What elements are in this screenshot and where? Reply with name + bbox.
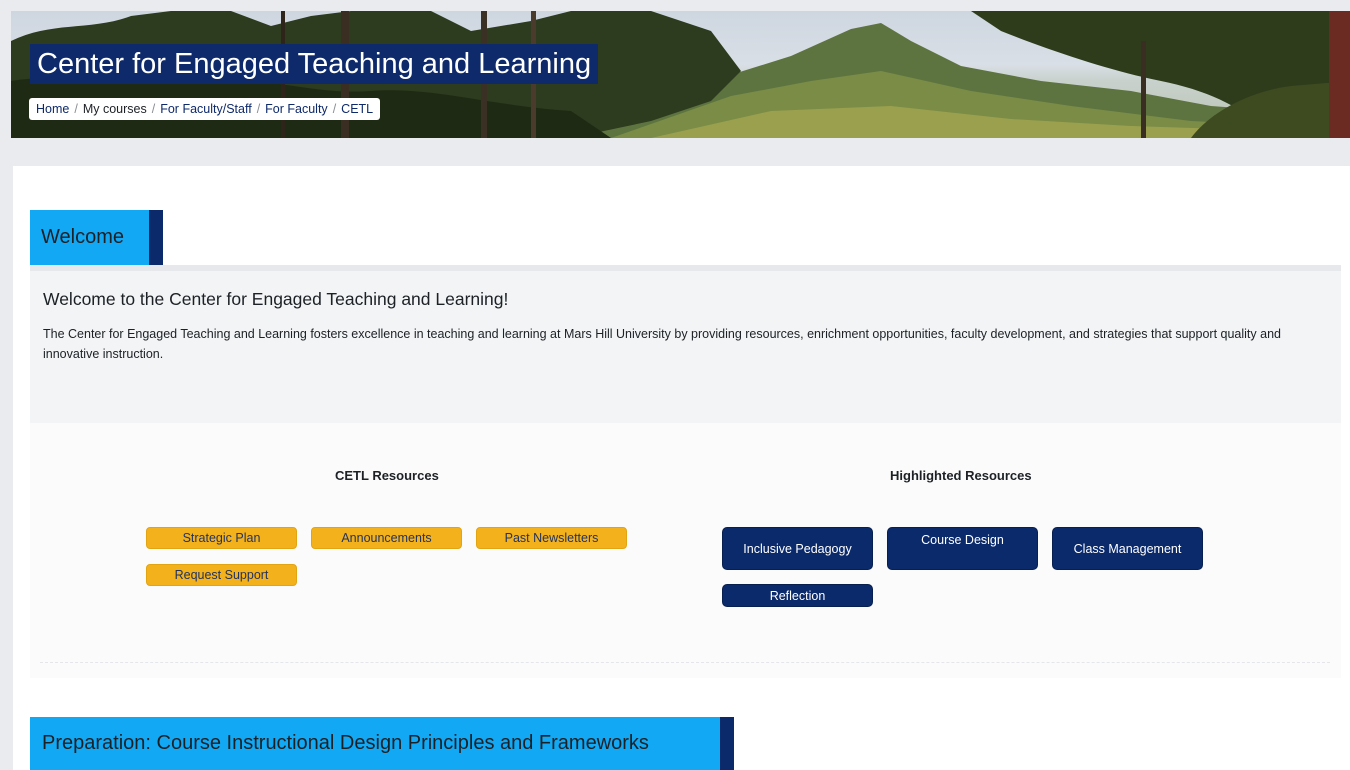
breadcrumb-cetl[interactable]: CETL — [341, 102, 373, 116]
welcome-description: The Center for Engaged Teaching and Lear… — [43, 327, 1281, 361]
section-header-label: Preparation: Course Instructional Design… — [42, 732, 649, 754]
resources-divider — [40, 662, 1330, 663]
resources-block: CETL Resources Highlighted Resources Str… — [30, 423, 1341, 678]
page-title: Center for Engaged Teaching and Learning — [30, 44, 599, 84]
section-header-accent — [720, 717, 734, 770]
breadcrumb-for-faculty-staff[interactable]: For Faculty/Staff — [160, 102, 251, 116]
inclusive-pedagogy-button[interactable]: Inclusive Pedagogy — [722, 527, 873, 570]
breadcrumb-home[interactable]: Home — [36, 102, 69, 116]
strategic-plan-button[interactable]: Strategic Plan — [146, 527, 297, 549]
course-banner: Center for Engaged Teaching and Learning… — [11, 11, 1350, 138]
breadcrumb-separator: / — [151, 102, 156, 116]
welcome-title: Welcome to the Center for Engaged Teachi… — [43, 289, 509, 309]
breadcrumb-for-faculty[interactable]: For Faculty — [265, 102, 328, 116]
reflection-button[interactable]: Reflection — [722, 584, 873, 607]
request-support-button[interactable]: Request Support — [146, 564, 297, 586]
breadcrumb-my-courses: My courses — [82, 102, 147, 116]
highlighted-resources-heading: Highlighted Resources — [890, 468, 1032, 483]
section-header-welcome[interactable]: Welcome — [30, 210, 163, 265]
section-header-accent — [149, 210, 163, 265]
breadcrumb: Home / My courses / For Faculty/Staff / … — [29, 98, 381, 120]
course-design-button[interactable]: Course Design — [887, 527, 1038, 570]
past-newsletters-button[interactable]: Past Newsletters — [476, 527, 627, 549]
announcements-button[interactable]: Announcements — [311, 527, 462, 549]
course-content: Welcome Welcome to the Center for Engage… — [13, 166, 1350, 770]
page: Center for Engaged Teaching and Learning… — [0, 0, 1350, 770]
breadcrumb-separator: / — [74, 102, 78, 116]
cetl-resources-heading: CETL Resources — [335, 468, 439, 483]
welcome-block: Welcome to the Center for Engaged Teachi… — [30, 271, 1341, 423]
class-management-button[interactable]: Class Management — [1052, 527, 1203, 570]
section-header-preparation[interactable]: Preparation: Course Instructional Design… — [30, 717, 734, 770]
section-header-label: Welcome — [41, 226, 124, 248]
breadcrumb-separator: / — [332, 102, 337, 116]
breadcrumb-separator: / — [256, 102, 261, 116]
